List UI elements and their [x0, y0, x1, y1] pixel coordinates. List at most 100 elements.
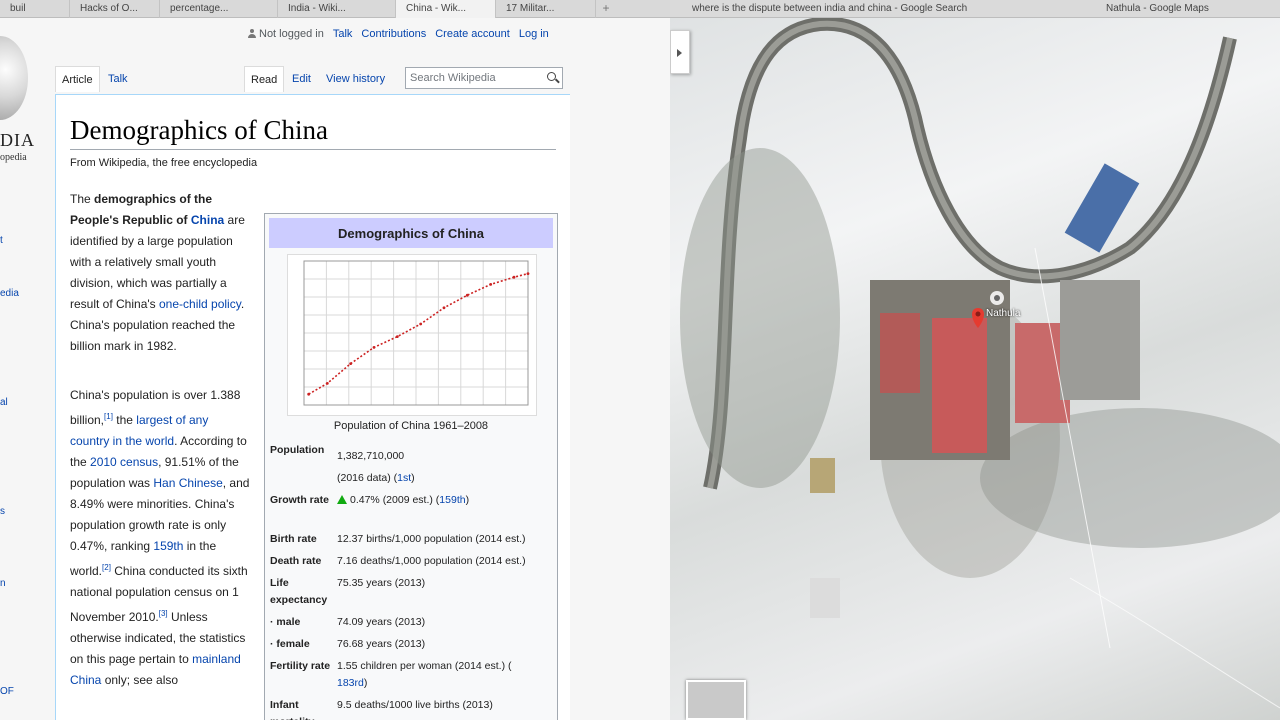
page-title: Demographics of China [70, 115, 556, 150]
not-logged-in-status: Not logged in [248, 28, 324, 40]
create-account-link[interactable]: Create account [435, 28, 510, 40]
text: ) [363, 677, 368, 689]
intro-paragraph-1: The demographics of the People's Republi… [70, 189, 250, 357]
data-point [465, 293, 469, 297]
row-label: Death rate [270, 555, 322, 567]
data-point [307, 392, 311, 396]
border-line [1069, 577, 1280, 709]
row-value: 12.37 births/1,000 population (2014 est.… [337, 533, 526, 545]
link-159th[interactable]: 159th [153, 539, 183, 553]
tab-edit[interactable]: Edit [286, 66, 317, 92]
data-point [395, 335, 399, 338]
map-place-label[interactable]: Nathula [986, 308, 1020, 319]
not-logged-in-label: Not logged in [259, 28, 324, 40]
rank-link[interactable]: 183rd [337, 677, 364, 689]
data-point [489, 283, 493, 286]
left-tab-strip: buil Hacks of O... percentage... India -… [0, 0, 670, 18]
user-icon [248, 29, 256, 38]
tab-google-maps[interactable]: Nathula - Google Maps [1106, 3, 1209, 14]
wikipedia-globe-logo[interactable] [0, 36, 28, 120]
row-subvalue: (2016 data) (1st) [337, 470, 555, 487]
text: 1.55 children per woman (2014 est.) ( [337, 660, 512, 672]
citation-2[interactable]: [2] [102, 563, 111, 572]
sidebar-link-2[interactable]: edia [0, 288, 19, 299]
building-roof [932, 318, 987, 453]
row-value: 76.68 years (2013) [337, 638, 426, 650]
text: the [112, 413, 137, 427]
link-one-child-policy[interactable]: one-child policy [159, 297, 241, 311]
right-tab-strip: where is the dispute between india and c… [670, 0, 1280, 18]
sidebar-link-5[interactable]: n [0, 578, 6, 589]
wikipedia-wordmark[interactable]: DIA [0, 130, 35, 151]
contributions-link[interactable]: Contributions [361, 28, 426, 40]
rank-link[interactable]: 159th [439, 494, 465, 506]
tab-6[interactable]: 17 Militar... [496, 0, 596, 18]
map-view-toggle[interactable] [686, 680, 746, 720]
tab-article[interactable]: Article [55, 66, 100, 92]
tab-1[interactable]: buil [0, 0, 70, 18]
text: ) [411, 472, 415, 484]
citation-1[interactable]: [1] [104, 412, 113, 421]
tab-5-active[interactable]: China - Wik... [396, 0, 496, 18]
text: 0.47% (2009 est.) ( [350, 494, 440, 506]
tab-google-search[interactable]: where is the dispute between india and c… [692, 3, 967, 14]
text: The [70, 192, 95, 206]
row-value: 0.47% (2009 est.) (159th) [337, 492, 555, 509]
data-point [349, 362, 353, 365]
row-value: 74.09 years (2013) [337, 616, 426, 628]
collapse-panel-button[interactable] [670, 30, 690, 74]
data-point [512, 275, 516, 279]
building-roof-grey [1060, 280, 1140, 400]
infobox: Demographics of China Population of Chin… [264, 213, 558, 720]
tab-2[interactable]: Hacks of O... [70, 0, 160, 18]
personal-tools: Not logged in Talk Contributions Create … [248, 28, 549, 40]
link-han-chinese[interactable]: Han Chinese [153, 476, 222, 490]
link-china[interactable]: China [191, 213, 224, 227]
talk-link[interactable]: Talk [333, 28, 353, 40]
tab-view-history[interactable]: View history [320, 66, 391, 92]
page-tagline: From Wikipedia, the free encyclopedia [70, 157, 258, 169]
data-point [372, 346, 376, 349]
row-value: 1,382,710,000 [337, 450, 405, 462]
sidebar-link-6[interactable]: OF [0, 686, 14, 697]
rocky-slope [680, 148, 840, 488]
satellite-imagery [680, 18, 1280, 709]
text: only; see also [101, 673, 179, 687]
citation-3[interactable]: [3] [159, 609, 168, 618]
search-icon[interactable] [547, 72, 556, 81]
row-value: 1.55 children per woman (2014 est.) ( 183… [337, 658, 555, 692]
row-label: · male [270, 616, 301, 628]
tab-4[interactable]: India - Wiki... [278, 0, 396, 18]
small-building [810, 578, 840, 618]
search-input[interactable] [406, 68, 538, 88]
new-tab-button[interactable]: + [596, 0, 616, 17]
building-roof [880, 313, 920, 393]
row-label: · female [270, 638, 310, 650]
population-series-line [308, 272, 529, 395]
small-building [810, 458, 835, 493]
row-value: 7.16 deaths/1,000 population (2014 est.) [337, 555, 526, 567]
population-chart[interactable] [287, 254, 537, 416]
intro-paragraph-2: China's population is over 1.388 billion… [70, 385, 250, 691]
login-link[interactable]: Log in [519, 28, 549, 40]
link-2010-census[interactable]: 2010 census [90, 455, 158, 469]
tab-read[interactable]: Read [244, 66, 285, 92]
row-label: Life expectancy [270, 577, 328, 606]
sidebar-link-4[interactable]: s [0, 506, 5, 517]
data-point [526, 272, 530, 275]
article-content: Demographics of China From Wikipedia, th… [55, 94, 570, 720]
text: ) [465, 494, 470, 506]
increase-icon [337, 495, 347, 504]
rank-link[interactable]: 1st [397, 472, 411, 484]
data-point [419, 322, 423, 326]
tab-talk[interactable]: Talk [102, 66, 134, 92]
row-label: Infant mortality rate [270, 699, 314, 720]
row-value: 9.5 deaths/1000 live births (2013) [337, 699, 493, 711]
sidebar-link-3[interactable]: al [0, 397, 8, 408]
row-label: Growth rate [270, 494, 329, 506]
data-point [442, 306, 446, 310]
google-maps-satellite-view[interactable]: Nathula [670, 18, 1280, 720]
tab-3[interactable]: percentage... [160, 0, 278, 18]
sidebar-link-1[interactable]: t [0, 235, 3, 246]
chart-caption: Population of China 1961–2008 [333, 420, 489, 432]
